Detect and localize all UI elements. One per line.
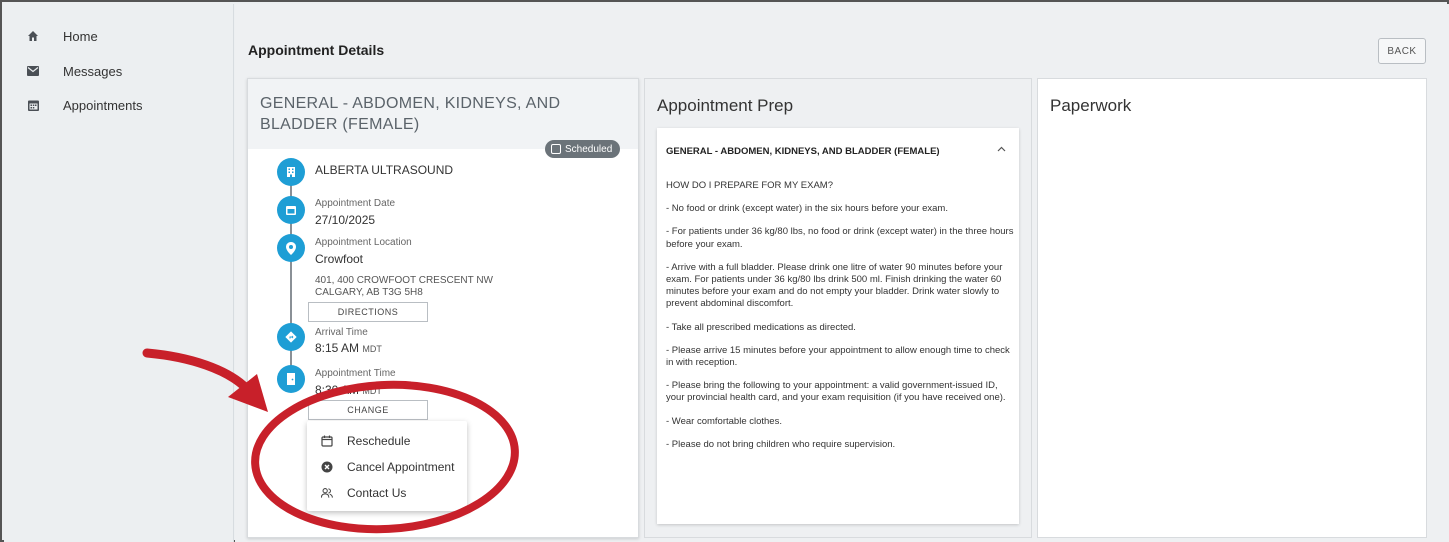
building-icon (277, 158, 305, 186)
mail-icon (26, 64, 40, 78)
main-content: Appointment Details BACK GENERAL - ABDOM… (235, 4, 1449, 542)
location-value: Crowfoot (315, 252, 364, 266)
appointment-prep-card: Appointment Prep GENERAL - ABDOMEN, KIDN… (644, 78, 1032, 538)
prep-paragraph: - Wear comfortable clothes. (666, 415, 782, 427)
paperwork-card: Paperwork (1037, 78, 1427, 538)
back-button[interactable]: BACK (1378, 38, 1426, 64)
prep-accordion: GENERAL - ABDOMEN, KIDNEYS, AND BLADDER … (657, 128, 1019, 524)
people-icon (321, 487, 333, 499)
prep-paragraph: - Please arrive 15 minutes before your a… (666, 344, 1010, 369)
cancel-circle-icon (321, 461, 333, 473)
prep-paragraph: - Arrive with a full bladder. Please dri… (666, 261, 1003, 310)
menu-item-cancel[interactable]: Cancel Appointment (307, 454, 467, 480)
prep-paragraph: - Please bring the following to your app… (666, 380, 1006, 404)
prep-title: Appointment Prep (657, 96, 794, 115)
directions-button[interactable]: DIRECTIONS (308, 302, 428, 322)
calendar-icon (26, 98, 40, 112)
appointment-time-value: 8:30 AM MDT (315, 383, 382, 397)
arrival-label: Arrival Time (315, 327, 368, 338)
page-title: Appointment Details (248, 42, 385, 58)
calendar-check-icon (551, 144, 561, 154)
appointment-header: GENERAL - ABDOMEN, KIDNEYS, AND BLADDER … (248, 79, 638, 149)
prep-instructions: HOW DO I PREPARE FOR MY EXAM? - No food … (666, 180, 1014, 462)
calendar-edit-icon (321, 435, 333, 447)
menu-item-label: Reschedule (347, 434, 411, 448)
sidebar-item-label: Messages (63, 63, 123, 79)
menu-item-reschedule[interactable]: Reschedule (307, 428, 467, 454)
menu-item-contact[interactable]: Contact Us (307, 480, 467, 506)
menu-item-label: Cancel Appointment (347, 460, 455, 474)
address-line1: 401, 400 CROWFOOT CRESCENT NW (315, 275, 493, 286)
home-icon (26, 29, 40, 43)
location-pin-icon (277, 234, 305, 262)
sidebar-item-appointments[interactable]: Appointments (4, 90, 232, 120)
arrival-value: 8:15 AM MDT (315, 341, 382, 355)
appointment-card: GENERAL - ABDOMEN, KIDNEYS, AND BLADDER … (247, 78, 639, 538)
paperwork-title: Paperwork (1050, 96, 1132, 115)
location-label: Appointment Location (315, 237, 412, 248)
prep-paragraph: HOW DO I PREPARE FOR MY EXAM? (666, 180, 833, 191)
prep-section-title[interactable]: GENERAL - ABDOMEN, KIDNEYS, AND BLADDER … (666, 146, 940, 157)
prep-paragraph: - No food or drink (except water) in the… (666, 203, 948, 215)
sidebar-item-label: Appointments (63, 97, 143, 113)
date-label: Appointment Date (315, 198, 396, 209)
sidebar: Home Messages Appointments (4, 4, 234, 542)
chevron-up-icon[interactable] (997, 144, 1006, 155)
date-value: 27/10/2025 (315, 213, 376, 227)
calendar-icon (277, 196, 305, 224)
prep-paragraph: - Please do not bring children who requi… (666, 438, 896, 450)
door-icon (277, 365, 305, 393)
change-menu: Reschedule Cancel Appointment Contact Us (307, 421, 467, 511)
change-button[interactable]: CHANGE (308, 400, 428, 420)
prep-paragraph: - For patients under 36 kg/80 lbs, no fo… (666, 226, 1014, 250)
appointment-time-label: Appointment Time (315, 368, 396, 379)
sidebar-item-home[interactable]: Home (4, 21, 232, 51)
status-badge: Scheduled (545, 140, 621, 158)
directions-icon (277, 323, 305, 351)
sidebar-item-messages[interactable]: Messages (4, 56, 232, 86)
sidebar-item-label: Home (63, 28, 98, 44)
clinic-name: ALBERTA ULTRASOUND (315, 163, 454, 177)
app-window: Home Messages Appointments Appointment D… (0, 0, 1449, 542)
status-label: Scheduled (565, 143, 613, 155)
exam-title: GENERAL - ABDOMEN, KIDNEYS, AND BLADDER … (260, 95, 561, 133)
menu-item-label: Contact Us (347, 486, 407, 500)
prep-paragraph: - Take all prescribed medications as dir… (666, 321, 856, 333)
address-line2: CALGARY, AB T3G 5H8 (315, 287, 423, 298)
